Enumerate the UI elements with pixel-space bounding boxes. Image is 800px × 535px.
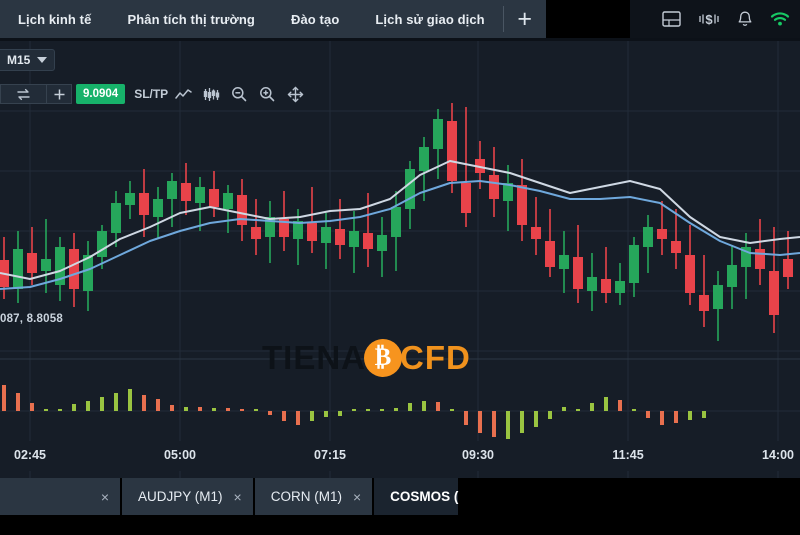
add-indicator-button[interactable] [46,84,72,104]
zoom-in-button[interactable] [254,82,280,106]
current-price-badge[interactable]: 9.0904 [76,84,126,104]
time-axis: 02:45 05:00 07:15 09:30 11:45 14:00 [0,441,800,471]
nav-item-market-analysis[interactable]: Phân tích thị trường [109,0,273,38]
nav-label: Lịch kinh tế [18,11,92,27]
tab-label: AUDJPY (M1) [138,489,223,504]
line-chart-button[interactable] [170,82,196,106]
zoom-out-icon [232,87,247,102]
line-chart-icon [174,88,192,99]
top-navigation-bar: Lịch kinh tế Phân tích thị trường Đào tạ… [0,0,800,38]
tab-label: COSMOS ( [390,489,459,504]
add-tab-button[interactable]: + [504,0,546,38]
time-axis-tick: 05:00 [164,448,196,462]
nav-status-icons: $ [630,0,800,38]
nav-label: Phân tích thị trường [127,11,255,27]
time-axis-tick: 11:45 [612,448,644,462]
time-axis-tick: 09:30 [462,448,494,462]
close-icon[interactable]: × [90,489,120,505]
tab-audjpy[interactable]: AUDJPY (M1) × [122,478,255,515]
candlestick-button[interactable] [198,82,224,106]
plus-icon [54,89,64,99]
tab-label: CORN (M1) [270,489,342,504]
timeframe-selector[interactable]: M15 [0,49,56,71]
window-bottom-filler [0,515,800,535]
sltp-button[interactable]: SL/TP [134,87,168,101]
time-axis-tick: 02:45 [14,448,46,462]
price-readout: .8087, 8.8058 [0,313,63,325]
instrument-tab-bar: × AUDJPY (M1) × CORN (M1) × COSMOS ( [0,478,800,515]
nav-label: Lịch sử giao dịch [375,11,485,27]
chart-panel[interactable]: TIENA ₿ CFD .8087, 8.8058 M15 [0,41,800,478]
close-icon[interactable]: × [342,489,372,505]
swap-icon [17,88,30,100]
wifi-icon[interactable] [770,11,790,27]
zoom-in-icon [260,87,275,102]
time-axis-tick: 07:15 [314,448,346,462]
zoom-out-button[interactable] [226,82,252,106]
time-axis-tick: 14:00 [762,448,794,462]
timeframe-label: M15 [7,53,31,67]
chevron-down-icon [37,57,48,63]
svg-text:$: $ [705,12,713,27]
move-crosshair-button[interactable] [282,82,308,106]
tab-cosmos[interactable]: COSMOS ( [374,478,461,515]
nav-item-training[interactable]: Đào tạo [273,0,357,38]
bell-icon[interactable] [737,10,753,28]
nav-label: Đào tạo [290,11,340,27]
tab-corn[interactable]: CORN (M1) × [254,478,375,515]
move-crosshair-icon [287,86,303,102]
trading-platform-window: Lịch kinh tế Phân tích thị trường Đào tạ… [0,0,800,535]
nav-item-economic-calendar[interactable]: Lịch kinh tế [0,0,109,38]
close-icon[interactable]: × [223,489,253,505]
tab-stub[interactable]: × [0,478,122,515]
chart-toolbar: 9.0904 SL/TP [0,81,330,107]
nav-items-group: Lịch kinh tế Phân tích thị trường Đào tạ… [0,0,546,38]
candlestick-icon [203,87,219,101]
layout-icon[interactable] [662,11,681,27]
currency-dollar-icon[interactable]: $ [698,10,720,28]
swap-button[interactable] [0,84,46,104]
nav-item-trade-history[interactable]: Lịch sử giao dịch [357,0,502,38]
